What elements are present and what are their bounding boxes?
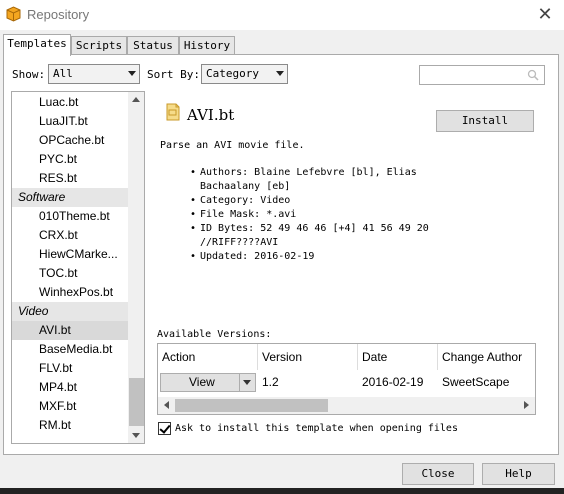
list-item[interactable]: WinhexPos.bt bbox=[12, 283, 128, 302]
install-button[interactable]: Install bbox=[436, 110, 534, 132]
list-item[interactable]: RM.bt bbox=[12, 416, 128, 435]
hscroll-thumb[interactable] bbox=[175, 399, 328, 412]
list-item[interactable]: LuaJIT.bt bbox=[12, 112, 128, 131]
ask-install-label: Ask to install this template when openin… bbox=[175, 423, 458, 434]
list-item[interactable]: FLV.bt bbox=[12, 359, 128, 378]
title-bar: Repository ✕ bbox=[0, 0, 564, 30]
tab-status[interactable]: Status bbox=[127, 36, 179, 55]
template-properties: Authors: Blaine Lefebvre [bl], Elias Bac… bbox=[190, 166, 430, 264]
chevron-down-icon bbox=[128, 71, 136, 76]
scroll-down-icon[interactable] bbox=[132, 433, 140, 438]
cell-author: SweetScape bbox=[442, 375, 510, 389]
list-item[interactable]: MP4.bt bbox=[12, 378, 128, 397]
list-item[interactable]: MXF.bt bbox=[12, 397, 128, 416]
list-item[interactable]: Luac.bt bbox=[12, 93, 128, 112]
list-group-software: Software bbox=[12, 188, 128, 207]
ask-install-checkbox[interactable] bbox=[158, 422, 171, 435]
show-label: Show: bbox=[12, 68, 46, 81]
search-input[interactable] bbox=[419, 65, 545, 85]
tab-templates[interactable]: Templates bbox=[3, 34, 71, 56]
sort-dropdown-value: Category bbox=[206, 67, 259, 80]
show-dropdown-value: All bbox=[53, 67, 73, 80]
list-item[interactable]: BaseMedia.bt bbox=[12, 340, 128, 359]
scroll-right-icon[interactable] bbox=[524, 401, 529, 409]
background-strip bbox=[0, 488, 564, 494]
window-title: Repository bbox=[27, 7, 90, 22]
sort-label: Sort By: bbox=[147, 68, 200, 81]
scroll-thumb[interactable] bbox=[129, 378, 144, 426]
scroll-up-icon[interactable] bbox=[132, 97, 140, 102]
list-item[interactable]: CRX.bt bbox=[12, 226, 128, 245]
template-list[interactable]: Luac.bt LuaJIT.bt OPCache.bt PYC.bt RES.… bbox=[11, 91, 145, 444]
show-dropdown[interactable]: All bbox=[48, 64, 140, 84]
prop-category: Category: Video bbox=[190, 194, 430, 208]
tab-history[interactable]: History bbox=[179, 36, 235, 55]
list-item-selected[interactable]: AVI.bt bbox=[12, 321, 128, 340]
col-date[interactable]: Date bbox=[358, 344, 438, 370]
help-button[interactable]: Help bbox=[482, 463, 555, 485]
versions-grid: Action Version Date Change Author View 1… bbox=[157, 343, 536, 415]
list-scrollbar[interactable] bbox=[128, 92, 144, 443]
search-icon bbox=[527, 69, 539, 81]
cube-icon bbox=[6, 6, 21, 22]
template-description: Parse an AVI movie file. bbox=[160, 140, 305, 151]
chevron-down-icon bbox=[276, 71, 284, 76]
list-item[interactable]: TOC.bt bbox=[12, 264, 128, 283]
cell-date: 2016-02-19 bbox=[362, 375, 424, 389]
available-versions-label: Available Versions: bbox=[157, 329, 272, 340]
template-title: AVI.bt bbox=[187, 106, 235, 124]
list-item[interactable]: HiewCMarke... bbox=[12, 245, 128, 264]
list-group-video: Video bbox=[12, 302, 128, 321]
tab-scripts[interactable]: Scripts bbox=[71, 36, 127, 55]
view-button[interactable]: View bbox=[160, 373, 256, 392]
prop-updated: Updated: 2016-02-19 bbox=[190, 250, 430, 264]
chevron-down-icon[interactable] bbox=[239, 374, 255, 391]
col-action[interactable]: Action bbox=[158, 344, 258, 370]
col-version[interactable]: Version bbox=[258, 344, 358, 370]
template-file-icon bbox=[166, 103, 180, 121]
close-icon[interactable]: ✕ bbox=[534, 4, 556, 26]
list-item[interactable]: 010Theme.bt bbox=[12, 207, 128, 226]
prop-file-mask: File Mask: *.avi bbox=[190, 208, 430, 222]
view-button-label: View bbox=[189, 375, 215, 389]
prop-id-bytes: ID Bytes: 52 49 46 46 [+4] 41 56 49 20 /… bbox=[190, 222, 430, 250]
sort-dropdown[interactable]: Category bbox=[201, 64, 288, 84]
scroll-left-icon[interactable] bbox=[164, 401, 169, 409]
cell-version: 1.2 bbox=[262, 375, 279, 389]
list-item[interactable]: OPCache.bt bbox=[12, 131, 128, 150]
list-item[interactable]: RES.bt bbox=[12, 169, 128, 188]
col-author[interactable]: Change Author bbox=[438, 344, 535, 370]
close-button[interactable]: Close bbox=[402, 463, 474, 485]
grid-hscrollbar[interactable] bbox=[158, 397, 535, 414]
prop-authors: Authors: Blaine Lefebvre [bl], Elias Bac… bbox=[190, 166, 430, 194]
list-item[interactable]: PYC.bt bbox=[12, 150, 128, 169]
